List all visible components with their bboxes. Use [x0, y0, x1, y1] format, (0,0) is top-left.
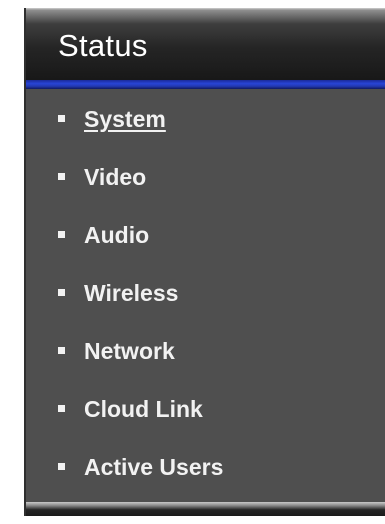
status-panel: Status System Video Audio Wireless Netwo… — [24, 8, 385, 516]
header-accent-rule — [26, 80, 385, 89]
bullet-icon — [58, 173, 65, 180]
menu-item-audio[interactable]: Audio — [26, 220, 385, 278]
menu-item-network[interactable]: Network — [26, 336, 385, 394]
panel-title: Status — [58, 28, 148, 63]
menu-item-wireless[interactable]: Wireless — [26, 278, 385, 336]
menu-item-label: Active Users — [84, 454, 224, 480]
bullet-icon — [58, 405, 65, 412]
status-menu: System Video Audio Wireless Network Clou… — [26, 104, 385, 510]
menu-item-label: Cloud Link — [84, 396, 203, 422]
bullet-icon — [58, 463, 65, 470]
menu-item-label: Video — [84, 164, 147, 190]
menu-item-video[interactable]: Video — [26, 162, 385, 220]
menu-item-cloud-link[interactable]: Cloud Link — [26, 394, 385, 452]
panel-header: Status — [26, 8, 385, 80]
menu-item-system[interactable]: System — [26, 104, 385, 162]
menu-item-label: Audio — [84, 222, 150, 248]
bullet-icon — [58, 347, 65, 354]
bullet-icon — [58, 231, 65, 238]
panel-footer-rule — [26, 502, 385, 516]
bullet-icon — [58, 289, 65, 296]
menu-item-label: System — [84, 106, 166, 132]
menu-item-label: Network — [84, 338, 175, 364]
menu-item-label: Wireless — [84, 280, 179, 306]
bullet-icon — [58, 115, 65, 122]
